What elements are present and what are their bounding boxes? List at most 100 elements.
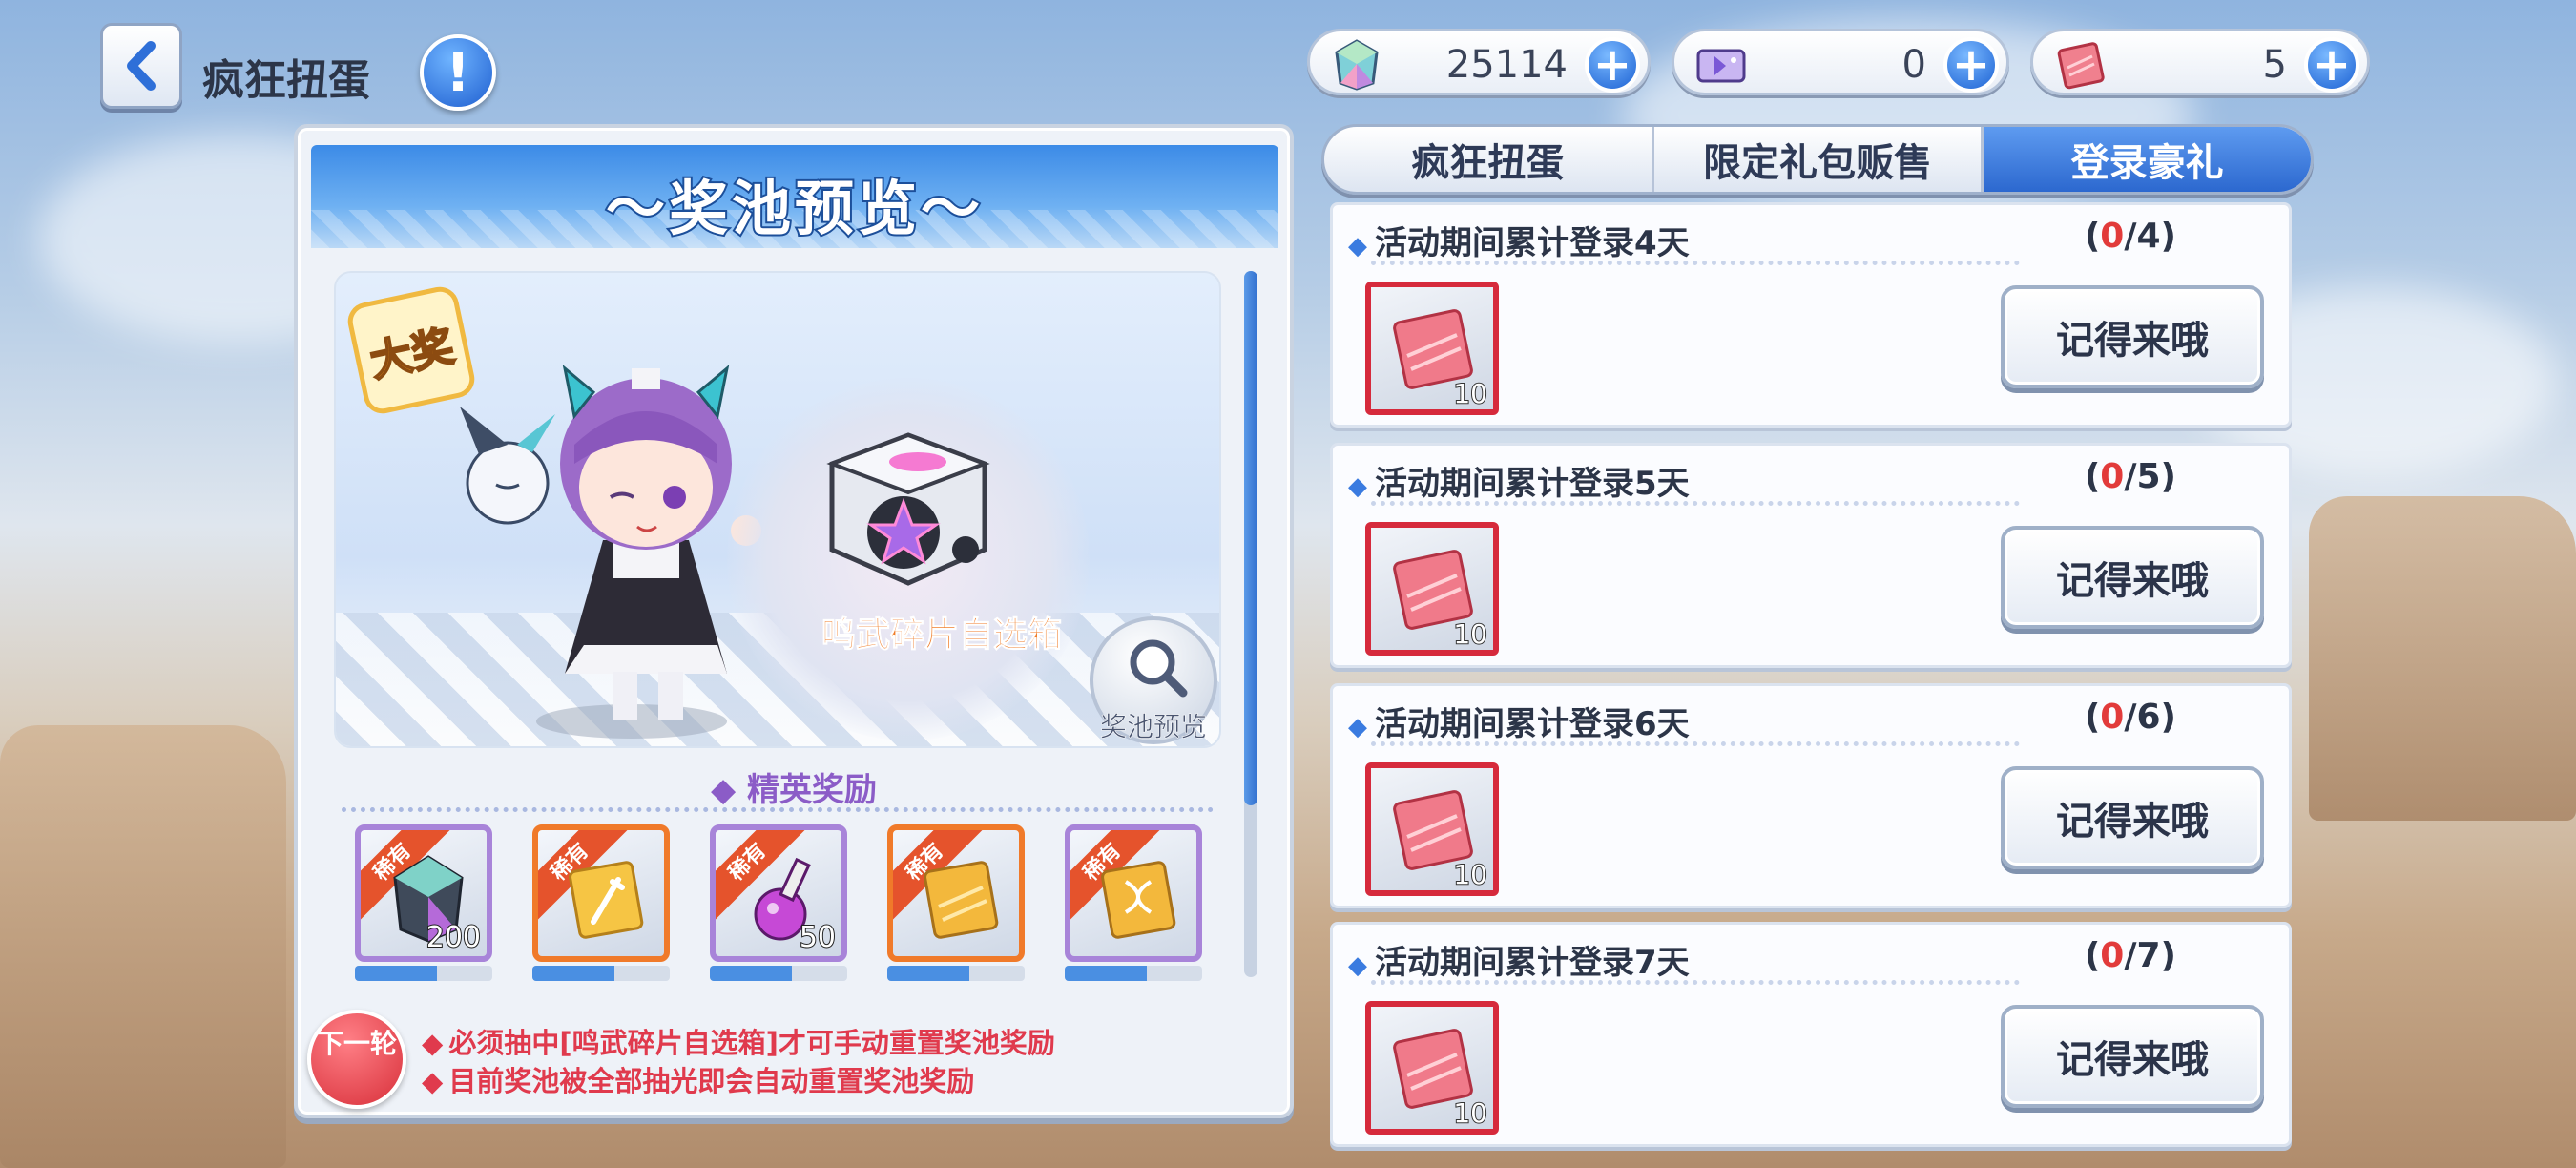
elite-reward-item[interactable]: 稀有 50: [710, 824, 847, 962]
elite-reward-item[interactable]: 稀有: [1065, 824, 1202, 962]
task-progress: (0/4): [2084, 217, 2176, 256]
diamond-bullet-icon: ◆: [1348, 232, 1367, 261]
add-tickets-button[interactable]: +: [1943, 37, 1999, 93]
currency-tickets: 0 +: [1672, 29, 2009, 95]
login-reward-card: ◆ 活动期间累计登录5天 (0/5) 10 记得来哦: [1330, 443, 2292, 668]
item-quantity: 10: [1452, 858, 1488, 890]
task-text: 活动期间累计登录4天: [1375, 224, 1690, 262]
background-rock: [0, 725, 286, 1168]
remember-button[interactable]: 记得来哦: [2001, 526, 2264, 629]
plus-icon: +: [1592, 38, 1632, 92]
pool-preview-button[interactable]: 奖池预览: [1090, 616, 1217, 744]
dna-card-icon: [1101, 861, 1176, 939]
tab-login-rewards[interactable]: 登录豪礼: [1984, 127, 2311, 192]
diamond-bullet-icon: ◆: [1348, 472, 1367, 501]
add-gems-button[interactable]: +: [1585, 37, 1640, 93]
task-label: ◆ 活动期间累计登录5天: [1348, 457, 1690, 504]
item-quantity: 50: [799, 920, 837, 955]
back-button[interactable]: [100, 23, 182, 109]
item-quantity: 10: [1452, 1096, 1488, 1129]
info-button[interactable]: !: [420, 34, 496, 111]
ticket-icon: [1696, 49, 1746, 83]
progress-total: /7: [2124, 936, 2161, 975]
gem-icon: [1335, 39, 1379, 91]
item-progress-bar: [532, 966, 670, 981]
task-text: 活动期间累计登录7天: [1375, 944, 1690, 982]
diamond-bullet-icon: ◆: [1348, 951, 1367, 980]
item-quantity: 10: [1452, 617, 1488, 650]
item-quantity: 10: [1452, 377, 1488, 409]
gold-card-icon: [924, 861, 999, 939]
grand-prize-name: 鸣武碎片自选箱: [821, 615, 1062, 656]
chevron-left-icon: [127, 41, 156, 91]
add-shard-cards-button[interactable]: +: [2304, 37, 2359, 93]
reward-item[interactable]: 10: [1365, 522, 1499, 656]
remember-button[interactable]: 记得来哦: [2001, 1005, 2264, 1108]
task-label: ◆ 活动期间累计登录7天: [1348, 936, 1690, 983]
item-progress-bar: [887, 966, 1025, 981]
progress-current: 0: [2100, 457, 2125, 496]
shard-card-count: 5: [2262, 43, 2287, 87]
task-progress: (0/7): [2084, 936, 2176, 975]
reset-note-text: 目前奖池被全部抽光即会自动重置奖池奖励: [448, 1065, 975, 1097]
item-progress-bar: [1065, 966, 1202, 981]
task-label: ◆ 活动期间累计登录4天: [1348, 217, 1690, 263]
ticket-count: 0: [1901, 43, 1926, 87]
progress-current: 0: [2100, 698, 2125, 737]
progress-current: 0: [2100, 217, 2125, 256]
pool-header: ～奖池预览～: [311, 145, 1278, 248]
currency-gems: 25114 +: [1307, 29, 1651, 95]
elite-reward-item[interactable]: 稀有: [532, 824, 670, 962]
progress-total: /6: [2124, 698, 2161, 737]
page-title: 疯狂扭蛋: [202, 56, 370, 105]
plus-icon: +: [1951, 38, 1991, 92]
remember-button[interactable]: 记得来哦: [2001, 766, 2264, 869]
shard-card-icon: [2057, 42, 2105, 90]
progress-total: /5: [2124, 457, 2161, 496]
grand-prize-banner: 大奖 鸣武碎片自选箱 奖池预览: [334, 271, 1221, 748]
task-text: 活动期间累计登录6天: [1375, 705, 1690, 743]
task-progress: (0/5): [2084, 457, 2176, 496]
reset-note-text: 必须抽中[鸣武碎片自选箱]才可手动重置奖池奖励: [448, 1027, 1055, 1059]
exclamation-icon: !: [446, 41, 470, 104]
diamond-bullet-icon: ◆: [422, 1065, 444, 1097]
background-rock: [2309, 496, 2576, 821]
scrollbar-thumb[interactable]: [1244, 271, 1257, 805]
next-round-button[interactable]: 下一轮: [307, 1010, 406, 1109]
pool-title: ～奖池预览～: [604, 172, 984, 245]
prize-pool-panel: ～奖池预览～ 大奖 鸣武碎片自选箱 奖池预览 ◆ 精英奖励 稀有 200 稀有 …: [294, 124, 1294, 1118]
task-label: ◆ 活动期间累计登录6天: [1348, 698, 1690, 744]
currency-shard-cards: 5 +: [2030, 29, 2370, 95]
login-reward-card: ◆ 活动期间累计登录7天 (0/7) 10 记得来哦: [1330, 922, 2292, 1147]
elite-reward-item[interactable]: 稀有 200: [355, 824, 492, 962]
gem-count: 25114: [1445, 43, 1568, 87]
divider: [1371, 501, 2020, 506]
reward-item[interactable]: 10: [1365, 762, 1499, 896]
divider: [342, 807, 1214, 812]
diamond-bullet-icon: ◆: [1348, 713, 1367, 741]
tab-bar: 疯狂扭蛋 限定礼包贩售 登录豪礼: [1321, 124, 2314, 195]
elite-reward-item[interactable]: 稀有: [887, 824, 1025, 962]
task-progress: (0/6): [2084, 698, 2176, 737]
divider: [1371, 741, 2020, 746]
selection-box-icon: [826, 432, 990, 586]
progress-total: /4: [2124, 217, 2161, 256]
reward-item[interactable]: 10: [1365, 1001, 1499, 1135]
reset-note: ◆ 目前奖池被全部抽光即会自动重置奖池奖励: [422, 1059, 974, 1099]
diamond-bullet-icon: ◆: [422, 1027, 444, 1059]
tab-crazy-gacha[interactable]: 疯狂扭蛋: [1324, 127, 1654, 192]
tab-limited-packs[interactable]: 限定礼包贩售: [1654, 127, 1984, 192]
remember-button[interactable]: 记得来哦: [2001, 285, 2264, 388]
item-progress-bar: [710, 966, 847, 981]
sword-card-icon: [569, 861, 644, 939]
login-reward-card: ◆ 活动期间累计登录6天 (0/6) 10 记得来哦: [1330, 683, 2292, 908]
divider: [1371, 261, 2020, 265]
plus-icon: +: [2312, 38, 2352, 92]
magnifier-icon: [1130, 639, 1188, 698]
prize-list-scrollbar[interactable]: [1244, 271, 1257, 977]
login-reward-card: ◆ 活动期间累计登录4天 (0/4) 10 记得来哦: [1330, 202, 2292, 428]
item-progress-bar: [355, 966, 492, 981]
reward-item[interactable]: 10: [1365, 282, 1499, 415]
progress-current: 0: [2100, 936, 2125, 975]
reset-note: ◆ 必须抽中[鸣武碎片自选箱]才可手动重置奖池奖励: [422, 1021, 1055, 1061]
